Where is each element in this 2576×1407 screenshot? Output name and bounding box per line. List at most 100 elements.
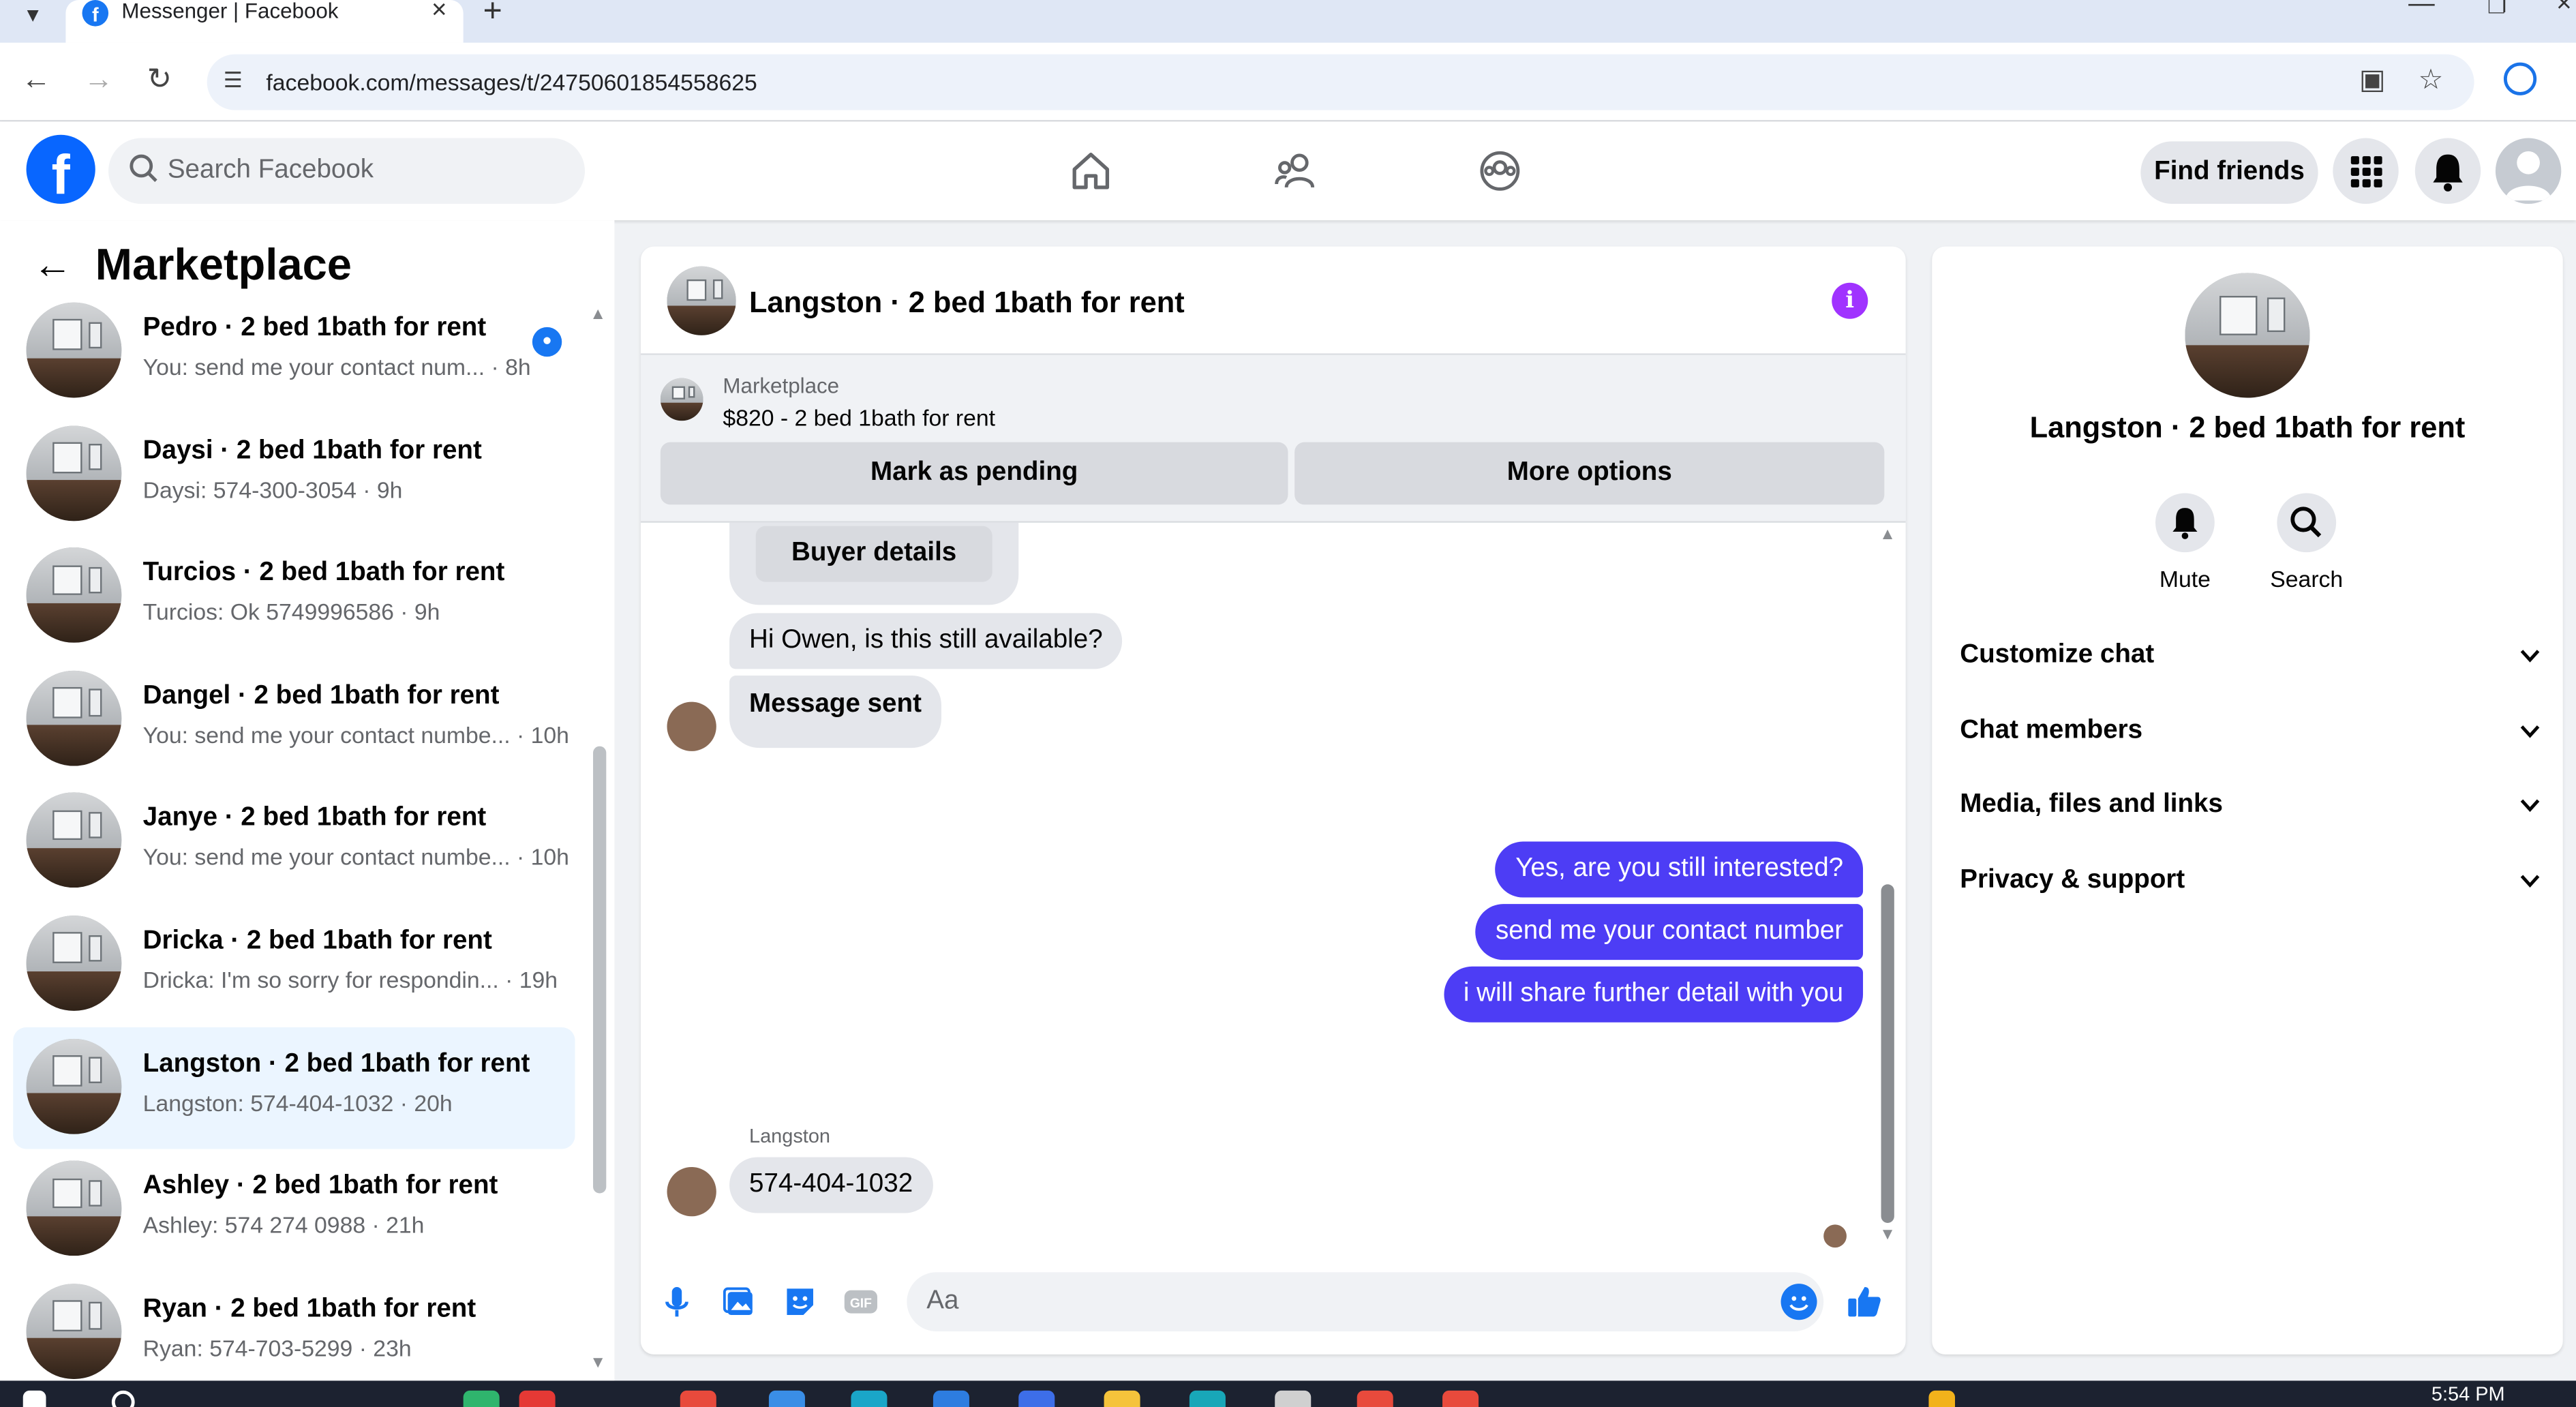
details-section[interactable]: Chat members: [1960, 704, 2541, 763]
message-composer: GIF: [641, 1252, 1906, 1354]
emoji-icon[interactable]: [1781, 1284, 1817, 1320]
gif-icon[interactable]: GIF: [841, 1282, 881, 1322]
notifications-button[interactable]: [2414, 138, 2481, 204]
account-avatar[interactable]: [2495, 138, 2562, 204]
chevron-down-icon: [2520, 875, 2540, 888]
facebook-search[interactable]: [108, 138, 585, 204]
conversation-thumbnail: [26, 793, 122, 889]
listing-thumbnail[interactable]: [660, 378, 703, 421]
info-icon[interactable]: i: [1832, 282, 1868, 319]
find-friends-button[interactable]: Find friends: [2140, 141, 2318, 204]
microphone-icon[interactable]: [657, 1282, 697, 1322]
mute-action[interactable]: Mute: [2119, 493, 2251, 592]
back-arrow-icon[interactable]: ←: [16, 63, 56, 97]
back-arrow-icon[interactable]: ←: [33, 243, 72, 290]
details-section[interactable]: Media, files and links: [1960, 778, 2541, 837]
taskbar-app-icon[interactable]: [519, 1390, 556, 1407]
sticker-icon[interactable]: [781, 1282, 820, 1322]
friends-icon[interactable]: [1273, 148, 1319, 194]
browser-tab[interactable]: f Messenger | Facebook ×: [65, 0, 464, 43]
listing-price[interactable]: $820 - 2 bed 1bath for rent: [723, 404, 995, 431]
like-thumbs-up-icon[interactable]: [1845, 1282, 1885, 1322]
window-close-icon[interactable]: ×: [2556, 0, 2572, 20]
menu-grid-button[interactable]: [2333, 138, 2399, 204]
taskbar-app-icon[interactable]: [1018, 1390, 1055, 1407]
new-tab-icon[interactable]: +: [483, 0, 502, 31]
bookmark-star-icon[interactable]: ☆: [2419, 64, 2444, 97]
conversation-item[interactable]: Langston · 2 bed 1bath for rent Langston:…: [13, 1027, 575, 1149]
taskbar-clock: 5:54 PM: [2431, 1382, 2505, 1406]
scroll-down-arrow-icon[interactable]: ▼: [590, 1355, 606, 1373]
conversation-name: Dricka · 2 bed 1bath for rent: [142, 926, 492, 955]
taskbar-notification-icon[interactable]: [1928, 1390, 1955, 1407]
chat-title[interactable]: Langston · 2 bed 1bath for rent: [749, 286, 1185, 321]
reload-icon[interactable]: ↻: [140, 63, 179, 97]
search-action[interactable]: Search: [2241, 493, 2372, 592]
conversation-thumbnail: [26, 1038, 122, 1134]
conversation-item[interactable]: Pedro · 2 bed 1bath for rent You: send me…: [13, 291, 575, 412]
conversation-item[interactable]: Turcios · 2 bed 1bath for rent Turcios: O…: [13, 536, 575, 658]
section-label: Media, files and links: [1960, 790, 2223, 819]
conversation-item[interactable]: Daysi · 2 bed 1bath for rent Daysi: 574-3…: [13, 414, 575, 535]
outgoing-message: i will share further detail with you: [1443, 966, 1864, 1023]
photo-icon[interactable]: [720, 1282, 759, 1322]
conversation-preview: Turcios: Ok 5749996586 · 9h: [142, 599, 440, 625]
conversation-name: Janye · 2 bed 1bath for rent: [142, 804, 487, 833]
details-section[interactable]: Customize chat: [1960, 628, 2541, 687]
taskbar-edge-icon[interactable]: [851, 1390, 888, 1407]
conversation-item[interactable]: Dangel · 2 bed 1bath for rent You: send m…: [13, 659, 575, 780]
taskbar-app-icon[interactable]: [768, 1390, 805, 1407]
panel-title: Marketplace: [95, 240, 352, 290]
details-section[interactable]: Privacy & support: [1960, 853, 2541, 912]
chat-scrollbar[interactable]: [1881, 884, 1894, 1223]
conversation-item[interactable]: Dricka · 2 bed 1bath for rent Dricka: I'm…: [13, 904, 575, 1025]
tab-close-icon[interactable]: ×: [431, 0, 447, 27]
address-bar[interactable]: ☰ facebook.com/messages/t/24750601854558…: [207, 54, 2474, 110]
profile-avatar[interactable]: [2185, 273, 2310, 398]
conversation-preview: You: send me your contact numbe... · 10h: [142, 721, 569, 748]
taskbar-folder-icon[interactable]: [1104, 1390, 1140, 1407]
forward-arrow-icon[interactable]: →: [79, 63, 119, 97]
tab-search-chevron-icon[interactable]: ▼: [13, 3, 52, 36]
more-options-button[interactable]: More options: [1294, 442, 1885, 505]
scroll-up-arrow-icon[interactable]: ▲: [1879, 526, 1896, 545]
conversation-thumbnail: [26, 916, 122, 1011]
taskbar-app-icon[interactable]: [463, 1390, 500, 1407]
left-scrollbar[interactable]: [593, 746, 607, 1194]
buyer-details-button[interactable]: Buyer details: [755, 526, 992, 582]
search-input[interactable]: [167, 138, 562, 204]
section-label: Privacy & support: [1960, 866, 2185, 894]
groups-icon[interactable]: [1477, 148, 1523, 194]
conversation-preview: You: send me your contact numbe... · 10h: [142, 843, 569, 871]
message-input-container[interactable]: [907, 1272, 1824, 1332]
minimize-icon[interactable]: —: [2408, 0, 2435, 20]
chat-header: Langston · 2 bed 1bath for rent i: [640, 247, 1906, 355]
taskbar-chrome-icon[interactable]: [680, 1390, 716, 1407]
conversation-name: Pedro · 2 bed 1bath for rent: [142, 314, 487, 342]
sender-avatar[interactable]: [667, 701, 716, 751]
restore-icon[interactable]: ❐: [2487, 0, 2506, 20]
conversation-item[interactable]: Ashley · 2 bed 1bath for rent Ashley: 574…: [13, 1149, 575, 1271]
home-icon[interactable]: [1068, 148, 1114, 194]
facebook-logo-icon[interactable]: f: [26, 134, 95, 207]
conversation-item[interactable]: Janye · 2 bed 1bath for rent You: send me…: [13, 781, 575, 903]
mark-as-pending-button[interactable]: Mark as pending: [660, 442, 1288, 505]
facebook-favicon-icon: f: [82, 0, 109, 27]
start-icon[interactable]: [22, 1390, 46, 1407]
taskbar-app-icon[interactable]: [933, 1390, 969, 1407]
browser-profile-icon[interactable]: [2503, 62, 2537, 95]
conversation-item[interactable]: Ryan · 2 bed 1bath for rent Ryan: 574-703…: [13, 1272, 575, 1393]
scroll-down-arrow-icon[interactable]: ▼: [1879, 1226, 1896, 1245]
conversation-name: Langston · 2 bed 1bath for rent: [142, 1049, 530, 1078]
taskbar-search-icon[interactable]: [111, 1390, 135, 1407]
scroll-up-arrow-icon[interactable]: ▲: [590, 305, 606, 324]
chat-avatar[interactable]: [667, 266, 736, 335]
sender-avatar[interactable]: [667, 1166, 716, 1217]
install-app-icon[interactable]: ▣: [2359, 64, 2386, 97]
message-input[interactable]: [926, 1272, 1748, 1332]
site-settings-icon[interactable]: ☰: [224, 67, 243, 94]
taskbar-chrome-icon[interactable]: [1442, 1390, 1479, 1407]
taskbar-chrome-icon[interactable]: [1357, 1390, 1393, 1407]
taskbar-app-icon[interactable]: [1189, 1390, 1226, 1407]
taskbar-app-icon[interactable]: [1275, 1390, 1312, 1407]
